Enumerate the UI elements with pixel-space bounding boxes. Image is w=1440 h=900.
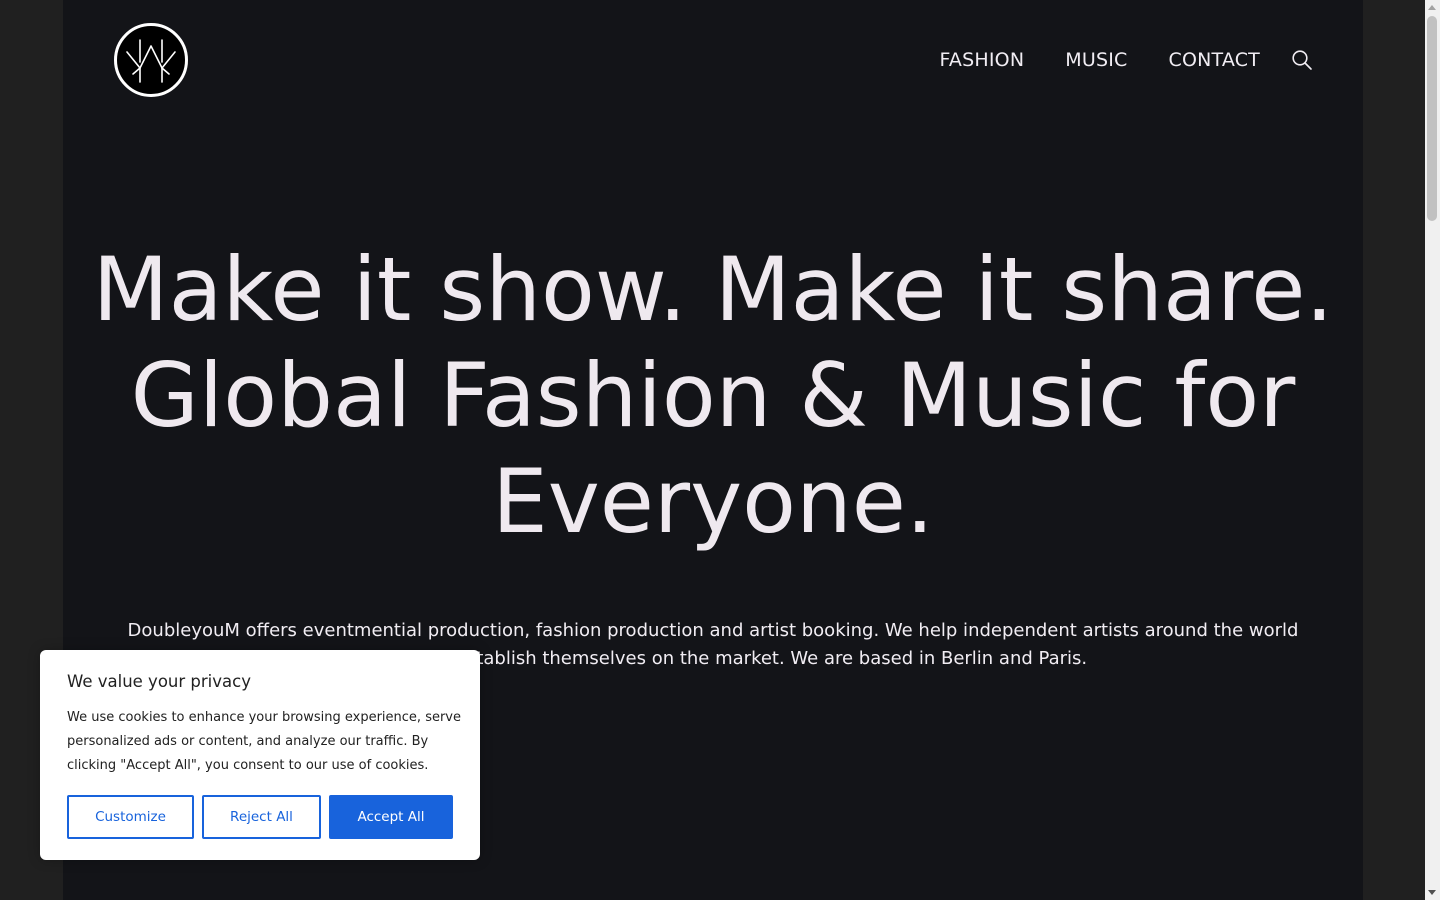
nav-music[interactable]: MUSIC xyxy=(1065,46,1127,74)
accept-all-button[interactable]: Accept All xyxy=(329,795,453,839)
dm-monogram-logo[interactable] xyxy=(113,22,189,98)
nav-fashion[interactable]: FASHION xyxy=(940,46,1025,74)
search-icon[interactable] xyxy=(1291,49,1313,71)
scroll-up-arrow-icon[interactable] xyxy=(1428,5,1436,10)
reject-all-button[interactable]: Reject All xyxy=(202,795,321,839)
vertical-scrollbar[interactable] xyxy=(1425,0,1440,900)
scroll-thumb[interactable] xyxy=(1427,16,1437,221)
customize-button[interactable]: Customize xyxy=(67,795,194,839)
nav-contact[interactable]: CONTACT xyxy=(1168,46,1260,74)
cookie-description: We use cookies to enhance your browsing … xyxy=(67,710,461,773)
cookie-title: We value your privacy xyxy=(67,672,251,691)
cookie-consent-banner: We value your privacy We use cookies to … xyxy=(40,650,480,860)
scroll-down-arrow-icon[interactable] xyxy=(1428,890,1436,895)
main-nav: FASHION MUSIC CONTACT xyxy=(940,46,1313,74)
hero-title: Make it show. Make it share. Global Fash… xyxy=(92,238,1334,553)
